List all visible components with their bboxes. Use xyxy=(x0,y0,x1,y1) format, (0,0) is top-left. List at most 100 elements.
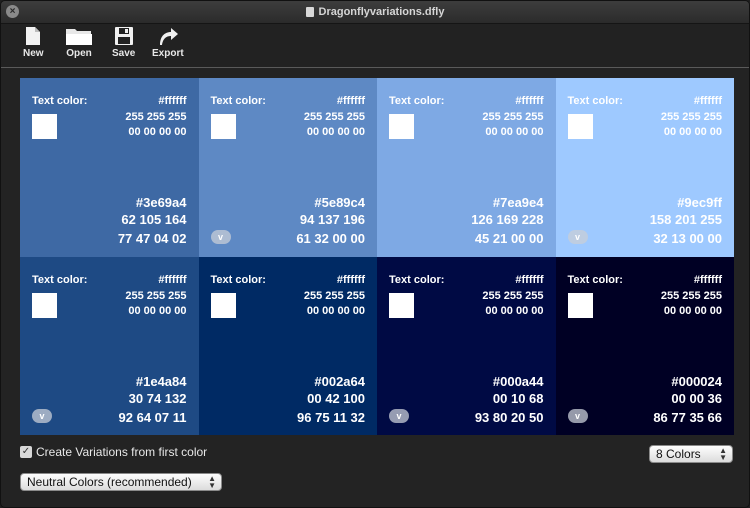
export-label: Export xyxy=(152,48,184,59)
text-color-hex: #ffffff xyxy=(336,95,365,107)
create-variations-checkbox[interactable]: ✓ xyxy=(20,446,32,458)
export-arrow-icon xyxy=(159,28,178,45)
text-color-label: Text color: xyxy=(32,95,88,107)
open-button[interactable]: Open xyxy=(65,26,93,59)
color-count-select[interactable]: 8 Colors ▲ ▼ xyxy=(649,445,733,463)
text-color-swatch[interactable] xyxy=(210,292,236,318)
color-count-value: 8 Colors xyxy=(656,447,701,461)
select-arrows-icon: ▲ ▼ xyxy=(208,474,216,490)
color-swatch[interactable]: Text color: #ffffff 255 255 255 00 00 00 00… xyxy=(555,256,734,435)
close-window-button[interactable]: × xyxy=(6,5,19,18)
text-color-rgb: 255 255 255 xyxy=(125,111,187,123)
swatch-rgb: 00 42 100 xyxy=(307,390,365,406)
text-color-cmyk: 00 00 00 00 xyxy=(663,126,722,138)
text-color-cmyk: 00 00 00 00 xyxy=(128,304,187,317)
text-color-cmyk: 00 00 00 00 xyxy=(485,304,544,317)
text-color-label: Text color: xyxy=(567,273,623,286)
app-window: × Dragonflyvariations.dfly New Open Save… xyxy=(0,0,750,508)
text-color-cmyk: 00 00 00 00 xyxy=(128,126,187,138)
text-color-label: Text color: xyxy=(567,95,623,107)
text-color-cmyk: 00 00 00 00 xyxy=(485,126,544,138)
text-color-label: Text color: xyxy=(389,273,445,286)
swatch-hex: #002a64 xyxy=(314,373,365,389)
text-color-swatch[interactable] xyxy=(389,292,414,318)
palette-mode-value: Neutral Colors (recommended) xyxy=(27,475,192,489)
text-color-hex: #ffffff xyxy=(693,273,722,286)
swatch-hex: #000024 xyxy=(671,373,722,389)
swatch-hex: #3e69a4 xyxy=(135,195,187,210)
window-title: Dragonflyvariations.dfly xyxy=(318,6,445,18)
color-swatch[interactable]: Text color: #ffffff 255 255 255 00 00 00 00… xyxy=(198,256,377,435)
swatch-rgb: 94 137 196 xyxy=(299,212,365,227)
text-color-cmyk: 00 00 00 00 xyxy=(663,304,722,317)
variation-button[interactable]: v xyxy=(210,230,231,244)
text-color-label: Text color: xyxy=(389,95,445,107)
text-color-rgb: 255 255 255 xyxy=(660,289,722,302)
text-color-rgb: 255 255 255 xyxy=(482,111,544,123)
document-icon xyxy=(305,7,314,17)
text-color-cmyk: 00 00 00 00 xyxy=(306,126,365,138)
variation-button[interactable]: v xyxy=(32,408,52,423)
variation-button[interactable]: v xyxy=(389,408,409,423)
swatch-cmyk: 77 47 04 02 xyxy=(117,231,187,246)
text-color-swatch[interactable] xyxy=(210,114,236,139)
text-color-rgb: 255 255 255 xyxy=(660,111,722,123)
color-swatch[interactable]: Text color: #ffffff 255 255 255 00 00 00 00… xyxy=(377,78,556,257)
swatch-rgb: 00 00 36 xyxy=(671,390,722,406)
color-swatch[interactable]: Text color: #ffffff 255 255 255 00 00 00 00… xyxy=(555,78,734,257)
color-swatch[interactable]: Text color: #ffffff 255 255 255 00 00 00 00… xyxy=(20,256,199,435)
swatch-rgb: 158 201 255 xyxy=(649,212,722,227)
text-color-rgb: 255 255 255 xyxy=(303,111,365,123)
export-button[interactable]: Export xyxy=(152,26,184,59)
swatch-cmyk: 86 77 35 66 xyxy=(653,409,722,425)
text-color-cmyk: 00 00 00 00 xyxy=(306,304,365,317)
swatch-cmyk: 96 75 11 32 xyxy=(297,409,365,425)
text-color-rgb: 255 255 255 xyxy=(125,289,187,302)
text-color-hex: #ffffff xyxy=(158,273,187,286)
swatch-hex: #1e4a84 xyxy=(135,373,187,389)
save-label: Save xyxy=(112,48,136,59)
toolbar: New Open Save Export xyxy=(1,24,749,68)
create-variations-row[interactable]: ✓ Create Variations from first color xyxy=(20,445,207,459)
text-color-rgb: 255 255 255 xyxy=(303,289,365,302)
save-button[interactable]: Save xyxy=(112,26,135,59)
text-color-label: Text color: xyxy=(32,273,88,286)
variation-button[interactable]: v xyxy=(567,230,588,244)
swatch-cmyk: 45 21 00 00 xyxy=(474,231,544,246)
palette-mode-select[interactable]: Neutral Colors (recommended) ▲ ▼ xyxy=(20,473,222,491)
text-color-hex: #ffffff xyxy=(336,273,365,286)
new-document-icon xyxy=(26,27,41,45)
swatch-cmyk: 92 64 07 11 xyxy=(118,409,187,425)
new-button[interactable]: New xyxy=(23,26,44,59)
text-color-swatch[interactable] xyxy=(389,114,414,139)
swatch-hex: #7ea9e4 xyxy=(492,195,544,210)
color-swatch[interactable]: Text color: #ffffff 255 255 255 00 00 00 00… xyxy=(377,256,556,435)
text-color-hex: #ffffff xyxy=(515,273,544,286)
text-color-label: Text color: xyxy=(210,95,266,107)
swatch-rgb: 126 169 228 xyxy=(471,212,544,227)
close-icon: × xyxy=(9,6,16,17)
text-color-rgb: 255 255 255 xyxy=(482,289,544,302)
text-color-swatch[interactable] xyxy=(567,292,593,318)
variation-button[interactable]: v xyxy=(567,408,588,423)
swatch-cmyk: 32 13 00 00 xyxy=(653,231,722,246)
swatch-rgb: 30 74 132 xyxy=(128,390,187,406)
swatch-hex: #9ec9ff xyxy=(677,195,722,210)
text-color-hex: #ffffff xyxy=(158,95,187,107)
new-label: New xyxy=(23,48,44,59)
swatch-hex: #5e89c4 xyxy=(314,195,365,210)
floppy-disk-icon xyxy=(114,27,133,45)
swatch-cmyk: 93 80 20 50 xyxy=(474,409,544,425)
color-swatch[interactable]: Text color: #ffffff 255 255 255 00 00 00 00… xyxy=(198,78,377,257)
text-color-swatch[interactable] xyxy=(567,114,593,139)
open-label: Open xyxy=(66,48,92,59)
text-color-hex: #ffffff xyxy=(693,95,722,107)
text-color-swatch[interactable] xyxy=(32,292,57,318)
text-color-label: Text color: xyxy=(210,273,266,286)
create-variations-label: Create Variations from first color xyxy=(36,445,208,459)
select-arrows-icon: ▲ ▼ xyxy=(719,446,727,462)
text-color-swatch[interactable] xyxy=(32,114,57,139)
color-swatch[interactable]: Text color: #ffffff 255 255 255 00 00 00 00… xyxy=(20,78,199,257)
swatch-rgb: 62 105 164 xyxy=(121,212,187,227)
title-bar: × Dragonflyvariations.dfly xyxy=(1,1,749,24)
